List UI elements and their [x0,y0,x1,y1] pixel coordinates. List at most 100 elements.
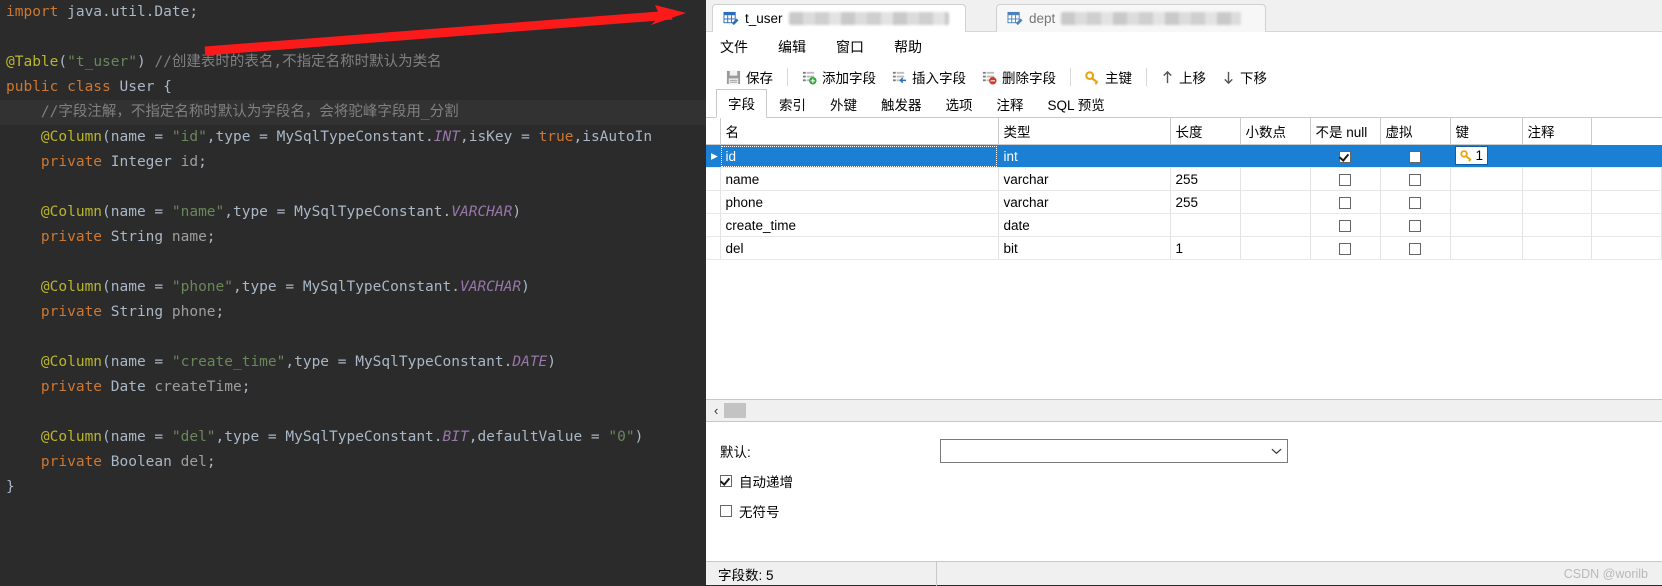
virtual-checkbox[interactable] [1409,150,1421,163]
virtual-cell[interactable] [1380,144,1451,168]
not-null-cell[interactable] [1310,167,1381,191]
tab-indexes[interactable]: 索引 [767,90,818,118]
virtual-cell[interactable] [1380,190,1451,214]
field-grid-container[interactable]: 名 类型 长度 小数点 不是 null 虚拟 键 注释 ▸ id int 1 name v… [706,118,1662,400]
row-marker[interactable]: ▸ [706,144,721,168]
add-field-button[interactable]: 添加字段 [794,65,884,89]
cell-field-type[interactable]: int [998,144,1171,168]
cell-field-comment[interactable] [1522,144,1593,168]
not-null-cell[interactable] [1310,190,1381,214]
table-row[interactable]: phone varchar 255 [706,190,1662,214]
primary-key-badge[interactable]: 1 [1455,147,1488,164]
row-marker[interactable] [706,213,721,237]
virtual-cell[interactable] [1380,236,1451,260]
menu-item-help[interactable]: 帮助 [894,37,922,57]
col-header-decimals[interactable]: 小数点 [1240,118,1311,145]
grid-horizontal-scrollbar[interactable]: ‹ [706,400,1662,422]
cell-field-comment[interactable] [1522,190,1593,214]
tab-options[interactable]: 选项 [934,90,985,118]
cell-field-comment[interactable] [1522,167,1593,191]
cell-field-length[interactable]: 255 [1170,190,1241,214]
row-marker[interactable] [706,167,721,191]
virtual-checkbox[interactable] [1409,173,1421,186]
virtual-cell[interactable] [1380,167,1451,191]
field-grid-body[interactable]: ▸ id int 1 name varchar 255 phone varchar 255 crea… [706,144,1662,260]
virtual-checkbox[interactable] [1409,242,1421,255]
menu-item-window[interactable]: 窗口 [836,37,864,57]
not-null-checkbox[interactable] [1339,219,1351,232]
not-null-checkbox[interactable] [1339,242,1351,255]
tab-fields[interactable]: 字段 [716,89,767,118]
move-down-button[interactable]: 下移 [1214,65,1275,89]
col-header-not-null[interactable]: 不是 null [1310,118,1381,145]
tab-sql-preview[interactable]: SQL 预览 [1036,90,1117,118]
not-null-checkbox[interactable] [1339,150,1351,163]
cell-field-name[interactable]: create_time [720,213,999,237]
col-header-length[interactable]: 长度 [1170,118,1241,145]
auto-increment-checkbox[interactable] [720,475,732,487]
cell-field-comment[interactable] [1522,213,1593,237]
cell-field-name[interactable]: id [720,144,999,168]
table-row[interactable]: name varchar 255 [706,167,1662,191]
move-up-button[interactable]: 上移 [1153,65,1214,89]
cell-field-type[interactable]: varchar [998,167,1171,191]
col-header-virtual[interactable]: 虚拟 [1380,118,1451,145]
col-header-key[interactable]: 键 [1450,118,1523,145]
row-marker[interactable] [706,236,721,260]
primary-key-button[interactable]: 主键 [1077,65,1140,89]
cell-field-decimals[interactable] [1240,167,1311,191]
tab-comment[interactable]: 注释 [985,90,1036,118]
cell-field-name[interactable]: phone [720,190,999,214]
java-source-code[interactable]: import java.util.Date; @Table("t_user") … [0,0,706,500]
cell-field-decimals[interactable] [1240,213,1311,237]
not-null-checkbox[interactable] [1339,196,1351,209]
save-button[interactable]: 保存 [718,65,781,89]
unsigned-checkbox[interactable] [720,505,732,517]
cell-field-key[interactable]: 1 [1450,144,1523,168]
scrollbar-thumb[interactable] [724,403,747,418]
cell-field-comment[interactable] [1522,236,1593,260]
code-editor-pane[interactable]: import java.util.Date; @Table("t_user") … [0,0,706,585]
unsigned-checkbox-row[interactable]: 无符号 [720,496,1662,526]
col-header-comment[interactable]: 注释 [1522,118,1593,145]
col-header-type[interactable]: 类型 [998,118,1171,145]
window-tab-t_user[interactable]: t_user [712,4,966,32]
virtual-checkbox[interactable] [1409,219,1421,232]
row-marker[interactable] [706,190,721,214]
not-null-cell[interactable] [1310,213,1381,237]
not-null-checkbox[interactable] [1339,173,1351,186]
menu-item-file[interactable]: 文件 [720,37,748,57]
cell-field-key[interactable] [1450,190,1523,214]
col-header-name[interactable]: 名 [720,118,999,145]
cell-field-length[interactable]: 1 [1170,236,1241,260]
default-value-select[interactable] [940,439,1288,463]
cell-field-name[interactable]: del [720,236,999,260]
cell-field-name[interactable]: name [720,167,999,191]
insert-field-button[interactable]: 插入字段 [884,65,974,89]
cell-field-key[interactable] [1450,213,1523,237]
menu-item-edit[interactable]: 编辑 [778,37,806,57]
cell-field-decimals[interactable] [1240,144,1311,168]
table-row[interactable]: del bit 1 [706,236,1662,260]
window-tab-dept[interactable]: dept [996,4,1266,32]
virtual-checkbox[interactable] [1409,196,1421,209]
tab-foreignkeys[interactable]: 外键 [818,90,869,118]
cell-field-length[interactable] [1170,144,1241,168]
auto-increment-checkbox-row[interactable]: 自动递增 [720,466,1662,496]
delete-field-button[interactable]: 删除字段 [974,65,1064,89]
cell-field-decimals[interactable] [1240,190,1311,214]
cell-field-key[interactable] [1450,236,1523,260]
cell-field-type[interactable]: date [998,213,1171,237]
table-row[interactable]: ▸ id int 1 [706,144,1662,168]
tab-triggers[interactable]: 触发器 [869,90,934,118]
cell-field-key[interactable] [1450,167,1523,191]
virtual-cell[interactable] [1380,213,1451,237]
scroll-left-icon[interactable]: ‹ [714,403,718,418]
not-null-cell[interactable] [1310,236,1381,260]
cell-field-length[interactable] [1170,213,1241,237]
table-row[interactable]: create_time date [706,213,1662,237]
cell-field-length[interactable]: 255 [1170,167,1241,191]
cell-field-type[interactable]: varchar [998,190,1171,214]
cell-field-decimals[interactable] [1240,236,1311,260]
field-grid[interactable]: 名 类型 长度 小数点 不是 null 虚拟 键 注释 ▸ id int 1 name v… [706,118,1662,260]
